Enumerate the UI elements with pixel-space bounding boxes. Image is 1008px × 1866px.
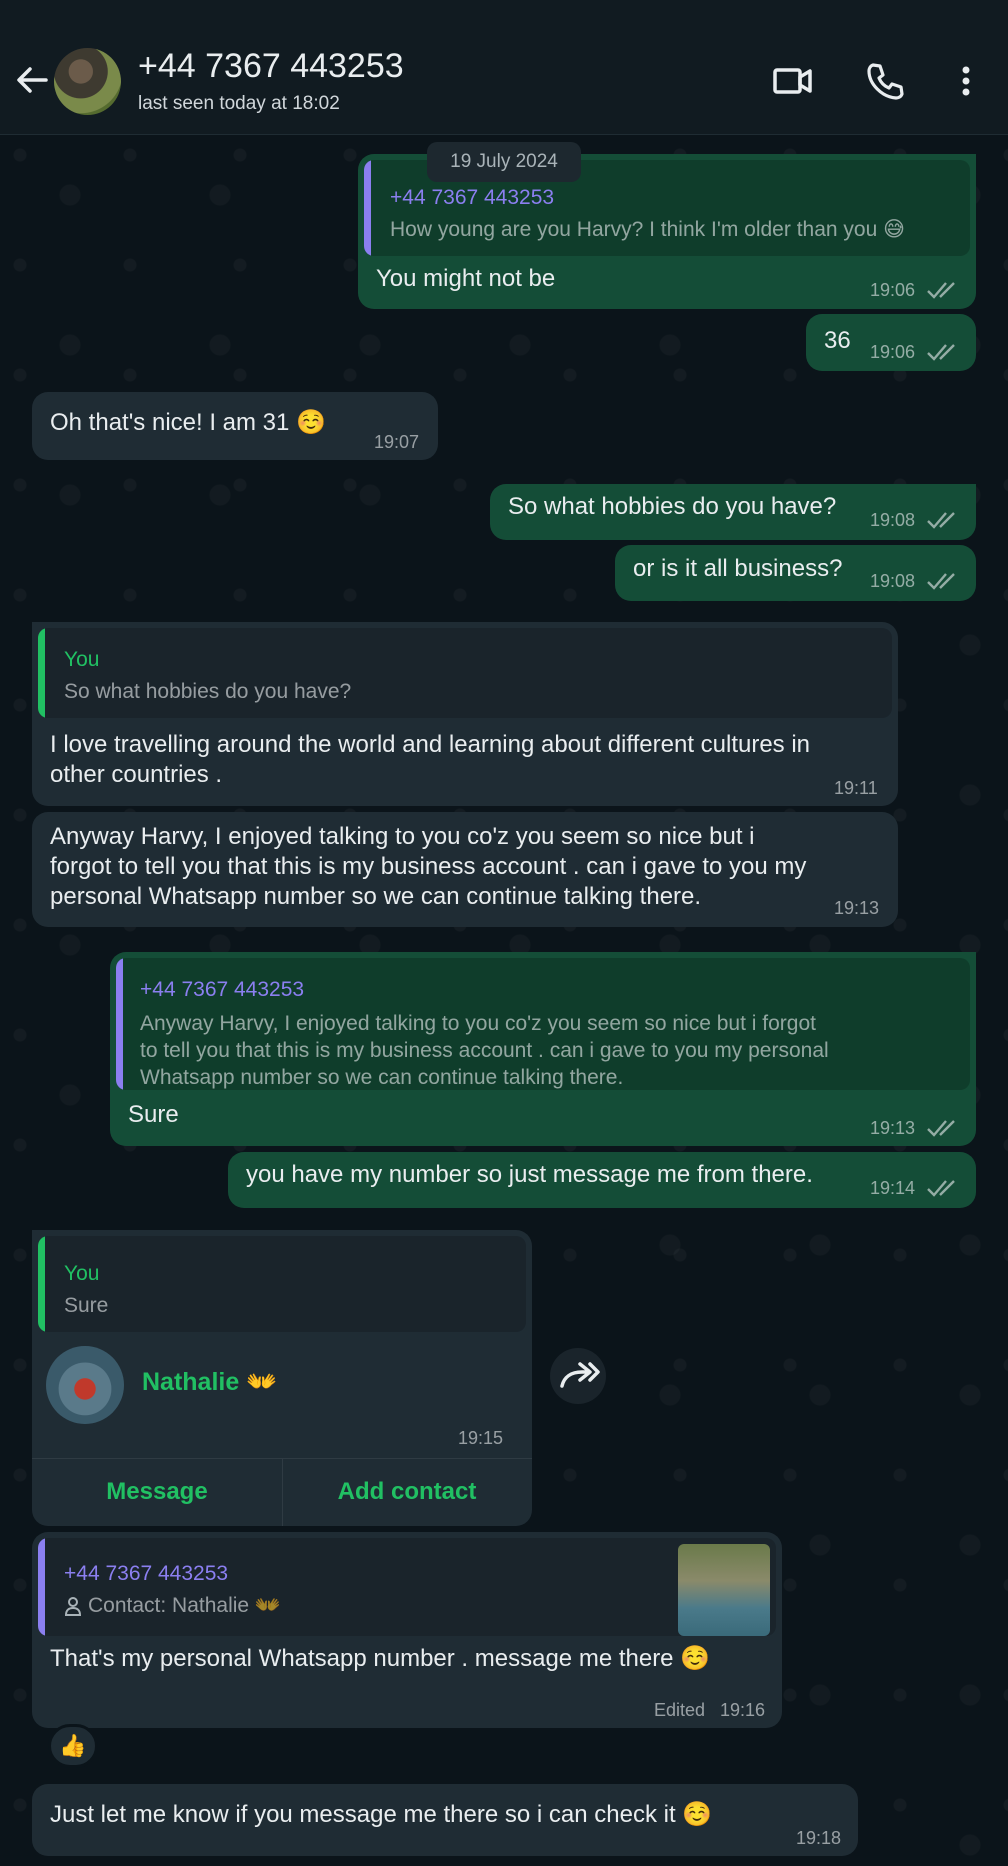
- message-time: 19:08: [870, 571, 916, 591]
- message-bubble-incoming[interactable]: Anyway Harvy, I enjoyed talking to you c…: [32, 812, 898, 927]
- quote-bar: [38, 1538, 45, 1636]
- message-time: 19:06: [870, 280, 916, 300]
- quote-sender: +44 7367 443253: [140, 978, 305, 1001]
- reaction-badge[interactable]: 👍: [48, 1724, 98, 1768]
- message-text: or is it all business?: [633, 555, 843, 582]
- quote-bar: [38, 1236, 45, 1332]
- message-time: 19:15: [458, 1428, 504, 1448]
- contact-avatar[interactable]: [54, 48, 121, 115]
- video-call-icon[interactable]: [772, 60, 814, 102]
- message-text: Oh that's nice! I am 31 ☺️: [50, 409, 326, 436]
- thumbs-up-reaction: 👍: [59, 1733, 87, 1758]
- forward-icon[interactable]: [550, 1348, 606, 1404]
- date-chip: 19 July 2024: [427, 142, 581, 182]
- message-text-line: I love travelling around the world and l…: [50, 731, 811, 758]
- quote-sender: You: [64, 648, 100, 671]
- message-text: you have my number so just message me fr…: [246, 1161, 813, 1188]
- quote-text: How young are you Harvy? I think I'm old…: [390, 218, 905, 241]
- message-text-line: personal Whatsapp number so we can conti…: [50, 883, 702, 910]
- quoted-message[interactable]: You Sure: [38, 1236, 526, 1332]
- message-bubble-outgoing[interactable]: 36 19:06: [806, 314, 976, 371]
- message-text: That's my personal Whatsapp number . mes…: [50, 1645, 711, 1672]
- message-text: Sure: [128, 1101, 179, 1128]
- message-text-line: other countries .: [50, 761, 223, 788]
- message-bubble-incoming[interactable]: You So what hobbies do you have? I love …: [32, 622, 898, 806]
- message-text: 36: [824, 327, 851, 354]
- message-time: 19:18: [796, 1828, 842, 1848]
- message-bubble-outgoing[interactable]: you have my number so just message me fr…: [228, 1152, 976, 1208]
- message-bubble-incoming[interactable]: +44 7367 443253 Contact: Nathalie 👐 That…: [32, 1532, 782, 1728]
- person-icon: [64, 1597, 82, 1616]
- quoted-message[interactable]: You So what hobbies do you have?: [38, 628, 892, 718]
- quote-bar: [38, 628, 45, 718]
- message-time: 19:08: [870, 510, 916, 530]
- contact-name[interactable]: Nathalie 👐: [142, 1368, 277, 1397]
- contact-avatar[interactable]: [46, 1346, 124, 1424]
- quote-sender: You: [64, 1262, 100, 1285]
- double-check-icon: [927, 282, 955, 299]
- quote-sender: +44 7367 443253: [64, 1562, 229, 1585]
- chat-header: +44 7367 443253 last seen today at 18:02: [0, 0, 1008, 135]
- message-bubble-outgoing[interactable]: +44 7367 443253 Anyway Harvy, I enjoyed …: [110, 952, 976, 1146]
- message-text: Just let me know if you message me there…: [50, 1801, 713, 1828]
- message-text-line: Anyway Harvy, I enjoyed talking to you c…: [50, 823, 755, 850]
- message-time: 19:13: [834, 898, 880, 918]
- quote-text: Contact: Nathalie 👐: [88, 1594, 282, 1617]
- message-time: 19:16: [720, 1700, 766, 1720]
- double-check-icon: [927, 1120, 955, 1137]
- quote-text: Sure: [64, 1294, 109, 1317]
- quote-text-line: Anyway Harvy, I enjoyed talking to you c…: [140, 1012, 816, 1035]
- double-check-icon: [927, 344, 955, 361]
- add-contact-button[interactable]: Add contact: [282, 1458, 532, 1526]
- quote-text-line: Whatsapp number so we can continue talki…: [140, 1066, 624, 1089]
- double-check-icon: [927, 1180, 955, 1197]
- edited-label: Edited: [654, 1700, 706, 1720]
- contact-thumbnail[interactable]: [678, 1544, 770, 1636]
- quoted-message[interactable]: +44 7367 443253 Anyway Harvy, I enjoyed …: [116, 958, 970, 1090]
- phone-icon[interactable]: [864, 60, 906, 102]
- back-arrow-icon[interactable]: [12, 60, 52, 100]
- message-time: 19:06: [870, 342, 916, 362]
- message-bubble-incoming[interactable]: Just let me know if you message me there…: [32, 1784, 858, 1856]
- message-text-line: forgot to tell you that this is my busin…: [50, 853, 807, 880]
- double-check-icon: [927, 512, 955, 529]
- message-bubble-outgoing[interactable]: or is it all business? 19:08: [615, 545, 976, 601]
- quote-sender: +44 7367 443253: [390, 186, 555, 209]
- message-time: 19:11: [834, 778, 878, 798]
- message-text: So what hobbies do you have?: [508, 493, 837, 520]
- message-contact-button[interactable]: Message: [32, 1458, 282, 1526]
- message-bubble-incoming[interactable]: Oh that's nice! I am 31 ☺️ 19:07: [32, 392, 438, 460]
- double-check-icon: [927, 573, 955, 590]
- message-bubble-outgoing[interactable]: So what hobbies do you have? 19:08: [490, 484, 976, 540]
- message-time: 19:13: [870, 1118, 916, 1138]
- quote-bar: [116, 958, 123, 1090]
- quote-text-line: to tell you that this is my business acc…: [140, 1039, 829, 1062]
- quoted-message[interactable]: +44 7367 443253 Contact: Nathalie 👐: [38, 1538, 776, 1636]
- last-seen-status: last seen today at 18:02: [138, 93, 340, 114]
- message-time: 19:07: [374, 432, 420, 452]
- quote-text: So what hobbies do you have?: [64, 680, 352, 703]
- more-vert-icon[interactable]: [948, 60, 984, 102]
- message-time: 19:14: [870, 1178, 916, 1198]
- contact-title[interactable]: +44 7367 443253: [138, 47, 404, 86]
- message-text: You might not be: [376, 265, 556, 292]
- quote-bar: [364, 160, 371, 256]
